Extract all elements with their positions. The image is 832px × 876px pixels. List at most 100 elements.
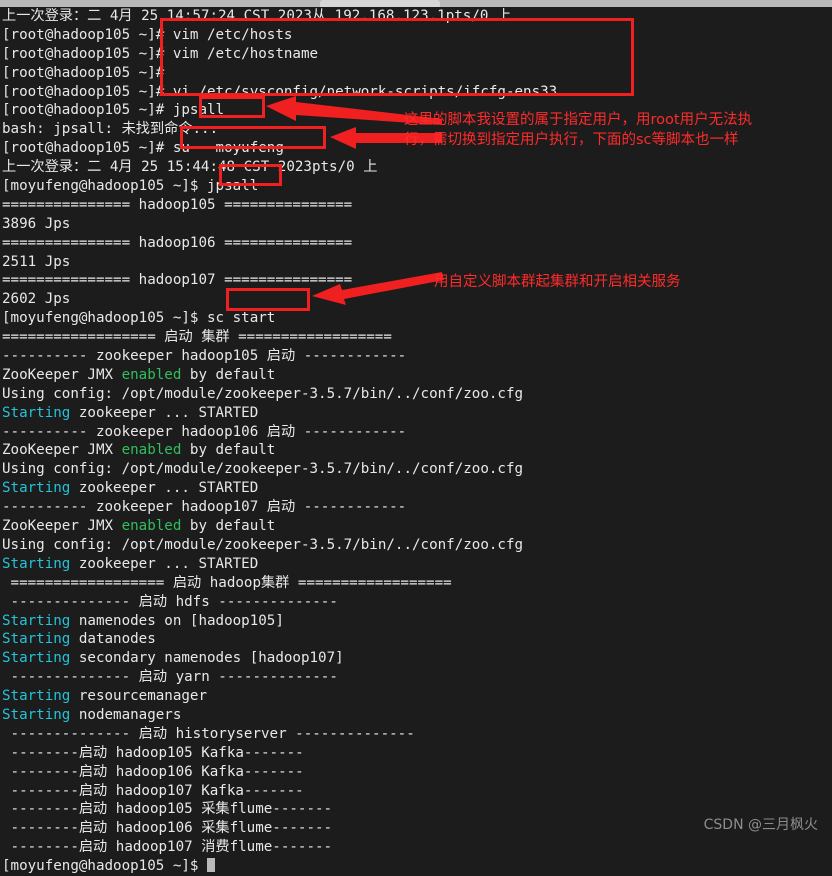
terminal-line: ZooKeeper JMX enabled by default xyxy=(0,366,832,385)
terminal-text-highlight: Starting xyxy=(2,404,71,421)
terminal-text: [moyufeng@hadoop105 ~]$ jpsall xyxy=(2,178,259,195)
terminal-line: Starting zookeeper ... STARTED xyxy=(0,555,832,574)
terminal-line: -------------- 启动 historyserver --------… xyxy=(0,725,832,744)
terminal-cursor xyxy=(207,858,215,873)
terminal-text: ---------- zookeeper hadoop106 启动 ------… xyxy=(2,423,407,440)
terminal-line: --------启动 hadoop107 Kafka------- xyxy=(0,782,832,801)
terminal-line: [root@hadoop105 ~]# su - moyufeng xyxy=(0,139,832,158)
terminal-line: [root@hadoop105 ~]# vim /etc/hosts xyxy=(0,26,832,45)
terminal-text: by default xyxy=(181,518,276,535)
terminal-text: [moyufeng@hadoop105 ~]$ xyxy=(2,858,207,875)
terminal-text-highlight: Starting xyxy=(2,631,71,648)
terminal-line: [root@hadoop105 ~]# xyxy=(0,64,832,83)
terminal-text: 2602 Jps xyxy=(2,291,71,308)
terminal-line: Using config: /opt/module/zookeeper-3.5.… xyxy=(0,536,832,555)
terminal-line: Starting secondary namenodes [hadoop107] xyxy=(0,649,832,668)
terminal-text: [moyufeng@hadoop105 ~]$ sc start xyxy=(2,310,276,327)
terminal-line: ================== 启动 hadoop集群 =========… xyxy=(0,574,832,593)
terminal-line: ---------- zookeeper hadoop107 启动 ------… xyxy=(0,498,832,517)
terminal-line: ================== 启动 集群 ===============… xyxy=(0,328,832,347)
terminal-text: Using config: /opt/module/zookeeper-3.5.… xyxy=(2,461,524,478)
terminal-text: =============== hadoop105 ==============… xyxy=(2,196,353,213)
terminal-line: --------启动 hadoop106 Kafka------- xyxy=(0,763,832,782)
terminal-output[interactable]: 上一次登录：二 4月 25 14:57:24 CST 2023从 192.168… xyxy=(0,7,832,874)
terminal-text-highlight: Starting xyxy=(2,688,71,705)
terminal-text: 上一次登录：二 4月 25 15:44:48 CST 2023pts/0 上 xyxy=(2,159,378,176)
terminal-text: --------启动 hadoop105 Kafka------- xyxy=(2,744,304,761)
terminal-line: =============== hadoop105 ==============… xyxy=(0,196,832,215)
terminal-text: zookeeper ... STARTED xyxy=(70,404,259,421)
terminal-text-highlight: Starting xyxy=(2,650,71,667)
terminal-text: =============== hadoop106 ==============… xyxy=(2,234,353,251)
terminal-text: [root@hadoop105 ~]# xyxy=(2,64,173,81)
terminal-text-highlight: Starting xyxy=(2,480,71,497)
terminal-text: [root@hadoop105 ~]# jpsall xyxy=(2,102,225,119)
terminal-line: ---------- zookeeper hadoop105 启动 ------… xyxy=(0,347,832,366)
terminal-line: ZooKeeper JMX enabled by default xyxy=(0,441,832,460)
terminal-line: Starting resourcemanager xyxy=(0,687,832,706)
terminal-line: [moyufeng@hadoop105 ~]$ sc start xyxy=(0,309,832,328)
terminal-text: ZooKeeper JMX xyxy=(2,518,122,535)
terminal-text: 3896 Jps xyxy=(2,215,71,232)
terminal-text: ================== 启动 集群 ===============… xyxy=(2,329,392,346)
terminal-line: -------------- 启动 yarn -------------- xyxy=(0,668,832,687)
terminal-text: ---------- zookeeper hadoop105 启动 ------… xyxy=(2,348,407,365)
terminal-line: [root@hadoop105 ~]# vim /etc/hostname xyxy=(0,45,832,64)
terminal-line: --------启动 hadoop105 Kafka------- xyxy=(0,744,832,763)
terminal-line: [root@hadoop105 ~]# vi /etc/sysconfig/ne… xyxy=(0,83,832,102)
terminal-text-highlight: Starting xyxy=(2,706,71,723)
terminal-text-highlight: Starting xyxy=(2,555,71,572)
terminal-text: --------启动 hadoop105 采集flume------- xyxy=(2,801,333,818)
terminal-text: namenodes on [hadoop105] xyxy=(70,612,284,629)
terminal-text: [root@hadoop105 ~]# vim /etc/hostname xyxy=(2,45,319,62)
terminal-line: =============== hadoop107 ==============… xyxy=(0,271,832,290)
terminal-line: 上一次登录：二 4月 25 15:44:48 CST 2023pts/0 上 xyxy=(0,158,832,177)
terminal-line: ZooKeeper JMX enabled by default xyxy=(0,517,832,536)
terminal-text: zookeeper ... STARTED xyxy=(70,555,259,572)
terminal-text: -------------- 启动 historyserver --------… xyxy=(2,725,415,742)
terminal-line: Starting namenodes on [hadoop105] xyxy=(0,612,832,631)
terminal-text: bash: jpsall: 未找到命令... xyxy=(2,121,219,138)
terminal-text: [root@hadoop105 ~]# su - moyufeng xyxy=(2,140,284,157)
terminal-line: 3896 Jps xyxy=(0,215,832,234)
terminal-text: --------启动 hadoop107 Kafka------- xyxy=(2,782,304,799)
terminal-text: by default xyxy=(181,442,276,459)
terminal-text-highlight: enabled xyxy=(121,518,182,535)
window-tab-stub[interactable] xyxy=(320,0,440,7)
terminal-line: Starting zookeeper ... STARTED xyxy=(0,404,832,423)
terminal-text: -------------- 启动 yarn -------------- xyxy=(2,669,338,686)
terminal-line: 2602 Jps xyxy=(0,290,832,309)
terminal-line: -------------- 启动 hdfs -------------- xyxy=(0,593,832,612)
terminal-line: Using config: /opt/module/zookeeper-3.5.… xyxy=(0,460,832,479)
terminal-text: --------启动 hadoop106 Kafka------- xyxy=(2,763,304,780)
terminal-line: bash: jpsall: 未找到命令... xyxy=(0,120,832,139)
terminal-text: secondary namenodes [hadoop107] xyxy=(70,650,344,667)
terminal-window: 上一次登录：二 4月 25 14:57:24 CST 2023从 192.168… xyxy=(0,0,832,874)
terminal-line: 上一次登录：二 4月 25 14:57:24 CST 2023从 192.168… xyxy=(0,7,832,26)
terminal-text: =============== hadoop107 ==============… xyxy=(2,272,353,289)
terminal-text: ZooKeeper JMX xyxy=(2,442,122,459)
terminal-text: nodemanagers xyxy=(70,706,182,723)
terminal-line: Starting zookeeper ... STARTED xyxy=(0,479,832,498)
terminal-line: [moyufeng@hadoop105 ~]$ jpsall xyxy=(0,177,832,196)
terminal-text: ---------- zookeeper hadoop107 启动 ------… xyxy=(2,499,407,516)
terminal-text: ZooKeeper JMX xyxy=(2,366,122,383)
terminal-text: --------启动 hadoop106 采集flume------- xyxy=(2,820,333,837)
terminal-text: Using config: /opt/module/zookeeper-3.5.… xyxy=(2,385,524,402)
window-titlebar xyxy=(0,0,832,7)
csdn-watermark: CSDN @三月枫火 xyxy=(703,817,818,833)
terminal-line: Starting datanodes xyxy=(0,630,832,649)
terminal-line: --------启动 hadoop107 消费flume------- xyxy=(0,838,832,857)
terminal-line: [moyufeng@hadoop105 ~]$ xyxy=(0,857,832,876)
terminal-text: 2511 Jps xyxy=(2,253,71,270)
terminal-text-highlight: Starting xyxy=(2,612,71,629)
terminal-text: by default xyxy=(181,366,276,383)
terminal-text: Using config: /opt/module/zookeeper-3.5.… xyxy=(2,536,524,553)
terminal-text-highlight: enabled xyxy=(121,366,182,383)
terminal-line: Using config: /opt/module/zookeeper-3.5.… xyxy=(0,385,832,404)
terminal-text: ================== 启动 hadoop集群 =========… xyxy=(2,574,452,591)
terminal-text: [root@hadoop105 ~]# vim /etc/hosts xyxy=(2,26,293,43)
terminal-line: [root@hadoop105 ~]# jpsall xyxy=(0,101,832,120)
terminal-text: zookeeper ... STARTED xyxy=(70,480,259,497)
terminal-text-highlight: enabled xyxy=(121,442,182,459)
